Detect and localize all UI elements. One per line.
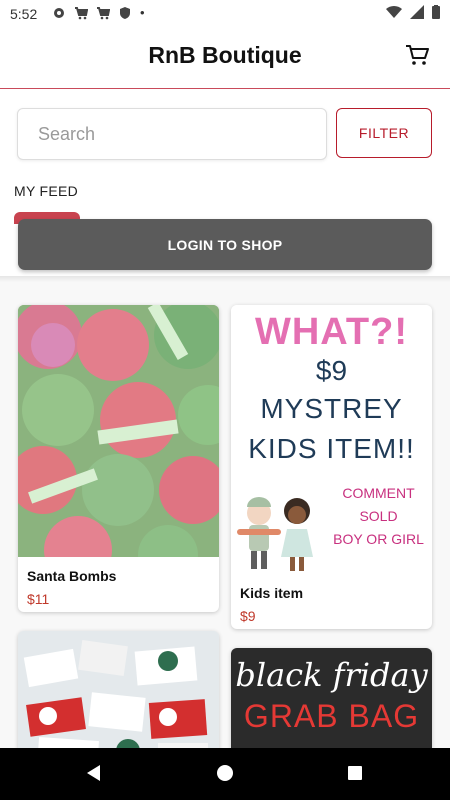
tab-my-feed[interactable]: MY FEED — [14, 183, 78, 199]
app-title: RnB Boutique — [148, 42, 302, 68]
cart-icon — [406, 45, 429, 65]
image-text-what: WHAT?! — [254, 311, 408, 353]
kids-illustration — [237, 497, 313, 571]
app-bar: RnB Boutique — [0, 28, 450, 89]
product-name: Kids item — [240, 585, 304, 601]
login-to-shop-button[interactable]: LOGIN TO SHOP — [18, 219, 432, 270]
image-text-sold: SOLD — [359, 508, 398, 524]
system-icons — [386, 5, 440, 19]
cart-notification-icon — [75, 6, 88, 19]
battery-icon — [432, 5, 440, 19]
image-text-kids-item: KIDS ITEM!! — [248, 433, 415, 464]
wifi-icon — [386, 5, 402, 19]
product-card-kids-item[interactable]: WHAT?! $9 MYSTREY KIDS ITEM!! COMMENT SO… — [231, 305, 432, 629]
recents-icon[interactable] — [345, 763, 365, 783]
back-icon[interactable] — [84, 763, 104, 783]
product-image-kids-item: WHAT?! $9 MYSTREY KIDS ITEM!! COMMENT SO… — [231, 305, 432, 575]
status-dot: • — [140, 5, 145, 20]
cart-notification-icon-2 — [97, 6, 110, 19]
status-bar: 5:52 • — [0, 0, 450, 28]
image-text-comment: COMMENT — [342, 485, 415, 501]
gear-icon — [54, 7, 64, 18]
product-price: $9 — [240, 608, 256, 624]
product-card-santa-bombs[interactable]: Santa Bombs $11 — [18, 305, 219, 612]
status-time: 5:52 — [10, 6, 38, 22]
product-price: $11 — [27, 591, 50, 607]
product-name: Santa Bombs — [27, 568, 117, 584]
search-box — [17, 108, 327, 160]
image-text-boy-or-girl: BOY OR GIRL — [333, 531, 424, 547]
home-icon[interactable] — [215, 763, 235, 783]
system-nav-bar — [0, 748, 450, 800]
search-input[interactable] — [36, 109, 320, 159]
cart-button[interactable] — [404, 42, 430, 73]
signal-icon — [410, 5, 424, 19]
shield-icon — [120, 6, 130, 19]
notification-icons: • — [52, 5, 145, 20]
image-text-price: $9 — [315, 355, 348, 386]
image-text-black-friday: black friday — [235, 656, 428, 694]
image-text-grab-bag: GRAB BAG — [243, 698, 420, 734]
image-text-mystrey: MYSTREY — [260, 393, 403, 424]
product-image-santa-bombs — [18, 305, 219, 557]
filter-button[interactable]: FILTER — [336, 108, 432, 158]
